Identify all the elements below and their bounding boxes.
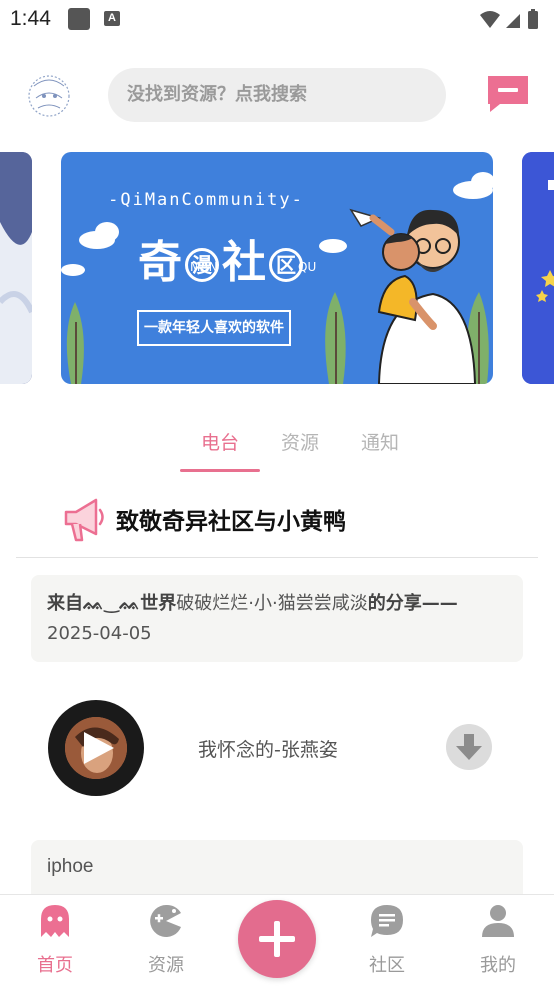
status-time: 1:44 [10, 7, 51, 30]
search-input[interactable]: 没找到资源？点我搜索 [108, 68, 446, 122]
tab-bar: 电台 资源 通知 [180, 428, 420, 472]
ghost-icon [41, 905, 69, 937]
add-button[interactable] [238, 900, 316, 978]
banner-slide[interactable]: -QiManCommunity- 奇漫社区 MAN QU 一款年轻人喜欢的软件 [61, 152, 493, 384]
message-icon[interactable] [486, 74, 530, 114]
pacman-icon [150, 904, 181, 937]
banner-title-char: 社 [222, 237, 266, 288]
share-user: 破破烂烂·小·猫尝尝咸淡 [176, 593, 368, 614]
banner-title: 奇漫社区 [138, 226, 306, 290]
song-title[interactable]: 我怀念的-张燕姿 [198, 735, 338, 762]
banner-label-qu: QU [298, 260, 317, 274]
tab-resources[interactable]: 资源 [260, 428, 340, 455]
banner-slogan: 一款年轻人喜欢的软件 [137, 310, 291, 346]
banner-title-char: 奇 [138, 237, 182, 288]
post-card-text: iphoe [47, 856, 94, 877]
avatar[interactable] [24, 68, 74, 124]
nav-me-label: 我的 [480, 955, 516, 976]
plus-icon [259, 921, 295, 957]
megaphone-icon [64, 498, 104, 542]
status-bar: 1:44 A [0, 0, 554, 40]
play-icon[interactable] [78, 728, 118, 768]
share-world: ᨐ‿ᨐ世界 [83, 593, 177, 614]
nav-community-label: 社区 [369, 955, 405, 976]
download-icon[interactable] [446, 724, 492, 770]
banner-prev-slide[interactable] [0, 152, 32, 384]
tab-active-indicator [180, 469, 260, 472]
tab-radio[interactable]: 电台 [180, 428, 260, 455]
a-badge-icon: A [104, 11, 120, 26]
nav-resources-label: 资源 [148, 955, 184, 976]
search-placeholder: 没找到资源？点我搜索 [127, 84, 307, 105]
chat-bubble-icon [371, 905, 403, 937]
announcement: 致敬奇异社区与小黄鸭 [62, 494, 482, 544]
share-card[interactable]: 来自ᨐ‿ᨐ世界破破烂烂·小·猫尝尝咸淡的分享—— 2025-04-05 [31, 575, 523, 662]
post-card[interactable]: iphoe [31, 840, 523, 900]
tab-notifications[interactable]: 通知 [340, 428, 420, 455]
person-icon [482, 905, 514, 937]
share-text: 来自ᨐ‿ᨐ世界破破烂烂·小·猫尝尝咸淡的分享—— 2025-04-05 [47, 589, 517, 649]
banner-next-slide[interactable] [522, 152, 554, 384]
album-disc[interactable] [48, 700, 144, 796]
share-suffix: 的分享—— [367, 593, 458, 614]
divider [16, 557, 538, 558]
signal-battery-icons [480, 9, 538, 29]
nav-home-label: 首页 [37, 955, 73, 976]
share-date: 2025-04-05 [47, 623, 152, 644]
announcement-text: 致敬奇异社区与小黄鸭 [116, 509, 346, 535]
share-prefix: 来自 [47, 593, 83, 614]
banner-subtitle: -QiManCommunity- [108, 190, 304, 210]
notification-square-icon [68, 8, 90, 30]
banner-label-man: MAN [190, 260, 218, 274]
